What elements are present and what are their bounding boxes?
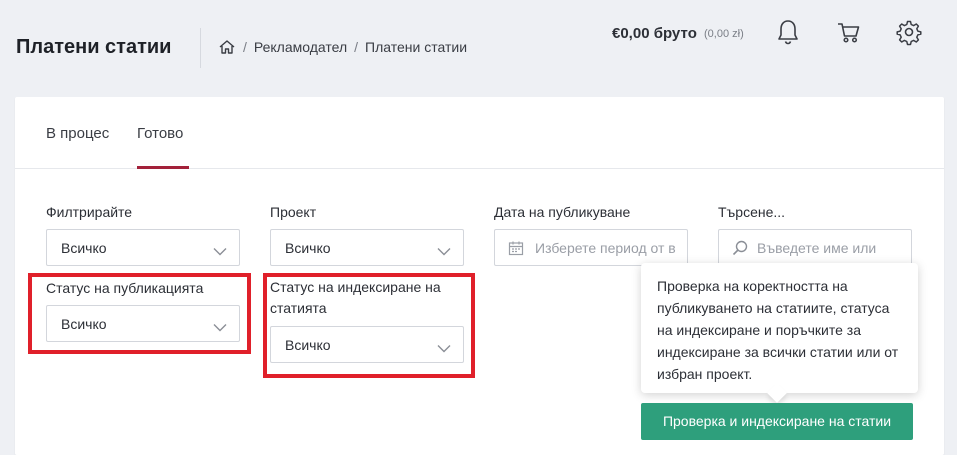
breadcrumb-advertiser[interactable]: Рекламодател — [254, 39, 347, 55]
tab-bar: В процес Готово — [15, 97, 944, 169]
project-label: Проект — [270, 204, 317, 220]
search-label: Търсене... — [718, 204, 786, 220]
chevron-down-icon — [437, 243, 451, 256]
breadcrumb: / Рекламодател / Платени статии — [218, 39, 467, 55]
highlight-publication-status — [28, 273, 251, 354]
breadcrumb-separator: / — [354, 39, 359, 55]
calendar-icon — [508, 240, 524, 256]
check-and-index-button[interactable]: Проверка и индексиране на статии — [641, 403, 913, 440]
publish-date-label: Дата на публикуване — [494, 204, 631, 220]
search-placeholder: Въведете име или — [757, 240, 877, 256]
gear-icon[interactable] — [896, 18, 922, 46]
search-icon — [732, 240, 748, 256]
filter-select[interactable]: Всичко — [46, 229, 240, 266]
filter-label: Филтрирайте — [46, 204, 133, 220]
project-select-value: Всичко — [285, 240, 331, 256]
highlight-indexing-status — [263, 273, 475, 378]
top-bar: Платени статии / Рекламодател / Платени … — [0, 0, 957, 95]
balance-secondary: (0,00 zł) — [704, 28, 744, 40]
cart-icon[interactable] — [836, 18, 862, 46]
tooltip-text: Проверка на коректността на публикуванет… — [657, 278, 899, 382]
project-select[interactable]: Всичко — [270, 229, 464, 266]
filter-select-value: Всичко — [61, 240, 107, 256]
home-icon[interactable] — [218, 39, 236, 55]
page-title: Платени статии — [16, 36, 172, 58]
breadcrumb-current: Платени статии — [365, 39, 468, 55]
publish-date-input[interactable]: Изберете период от в — [494, 229, 688, 266]
info-tooltip: Проверка на коректността на публикуванет… — [641, 263, 918, 403]
header-divider — [200, 28, 201, 68]
search-input[interactable]: Въведете име или — [718, 229, 912, 266]
tab-in-progress[interactable]: В процес — [46, 125, 109, 142]
chevron-down-icon — [213, 243, 227, 256]
tab-done[interactable]: Готово — [137, 125, 183, 142]
active-tab-indicator — [137, 166, 189, 169]
balance-amount: €0,00 брутo — [612, 25, 697, 42]
breadcrumb-separator: / — [243, 39, 247, 55]
bell-icon[interactable] — [775, 18, 801, 46]
publish-date-placeholder: Изберете период от в — [535, 240, 676, 256]
